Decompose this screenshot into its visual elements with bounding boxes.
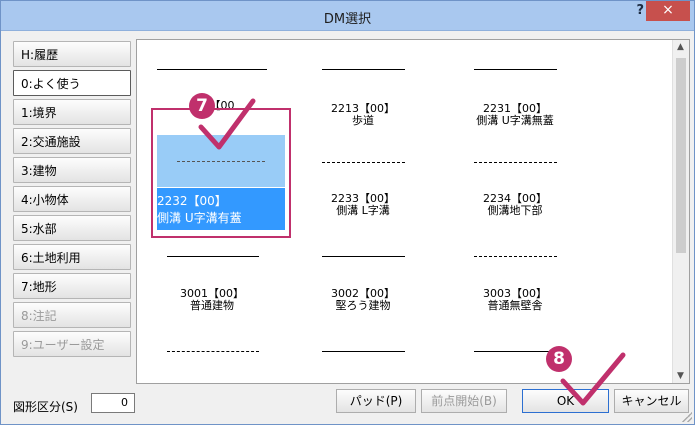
sidebar-item-user-settings[interactable]: 9:ユーザー設定 <box>13 331 131 357</box>
start-point-button[interactable]: 前点開始(B) <box>421 389 507 413</box>
close-button[interactable]: × <box>646 1 690 21</box>
title-bar[interactable]: DM選択 ? × <box>1 1 694 31</box>
symbol-item-2231[interactable]: 2231【00】 側溝 U字溝無蓋 <box>440 103 590 127</box>
shape-type-input[interactable]: 0 <box>91 393 135 413</box>
symbol-grid: 【00 2213【00】 歩道 2231【00】 側溝 U字溝無蓋 2232【0… <box>136 39 690 384</box>
symbol-item-3001[interactable]: 3001【00】 普通建物 <box>137 288 287 312</box>
symbol-line <box>474 69 557 70</box>
shape-type-label: 図形区分(S) <box>13 400 78 414</box>
symbol-line <box>474 256 557 257</box>
category-sidebar: H:履歴 0:よく使う 1:境界 2:交通施設 3:建物 4:小物体 5:水部 … <box>13 41 131 360</box>
symbol-item-3002[interactable]: 3002【00】 堅ろう建物 <box>288 288 438 312</box>
symbol-item-2232[interactable]: 2232【00】 側溝 U字溝有蓋 <box>157 188 285 230</box>
symbol-line <box>167 351 259 352</box>
symbol-line <box>157 69 267 70</box>
symbol-line <box>322 351 405 352</box>
symbol-item-2213[interactable]: 2213【00】 歩道 <box>288 103 438 127</box>
sidebar-item-terrain[interactable]: 7:地形 <box>13 273 131 299</box>
sidebar-item-history[interactable]: H:履歴 <box>13 41 131 67</box>
vertical-scrollbar[interactable]: ▲ ▼ <box>672 40 689 383</box>
checkmark-icon <box>560 352 626 406</box>
symbol-line <box>322 256 405 257</box>
window-title: DM選択 <box>323 12 372 27</box>
dm-select-dialog: DM選択 ? × H:履歴 0:よく使う 1:境界 2:交通施設 3:建物 4:… <box>0 0 695 425</box>
pad-button[interactable]: パッド(P) <box>336 389 416 413</box>
sidebar-item-small-object[interactable]: 4:小物体 <box>13 186 131 212</box>
symbol-line <box>322 69 405 70</box>
scroll-down-icon[interactable]: ▼ <box>677 371 684 381</box>
sidebar-item-boundary[interactable]: 1:境界 <box>13 99 131 125</box>
sidebar-item-traffic[interactable]: 2:交通施設 <box>13 128 131 154</box>
symbol-item-2234[interactable]: 2234【00】 側溝地下部 <box>440 193 590 217</box>
symbol-line <box>474 351 557 352</box>
scrollbar-thumb[interactable] <box>676 58 686 253</box>
symbol-line <box>167 256 259 257</box>
checkmark-icon <box>198 98 256 150</box>
symbol-line <box>474 162 557 163</box>
symbol-line <box>322 162 405 163</box>
sidebar-item-frequent[interactable]: 0:よく使う <box>13 70 131 96</box>
sidebar-item-land-use[interactable]: 6:土地利用 <box>13 244 131 270</box>
scroll-up-icon[interactable]: ▲ <box>677 42 684 52</box>
sidebar-item-building[interactable]: 3:建物 <box>13 157 131 183</box>
resize-grip-icon[interactable] <box>682 412 692 422</box>
symbol-item-2233[interactable]: 2233【00】 側溝 L字溝 <box>288 193 438 217</box>
symbol-item-3003[interactable]: 3003【00】 普通無壁舎 <box>440 288 590 312</box>
sidebar-item-annotation[interactable]: 8:注記 <box>13 302 131 328</box>
symbol-line <box>177 161 265 162</box>
sidebar-item-water[interactable]: 5:水部 <box>13 215 131 241</box>
help-icon[interactable]: ? <box>636 3 644 18</box>
